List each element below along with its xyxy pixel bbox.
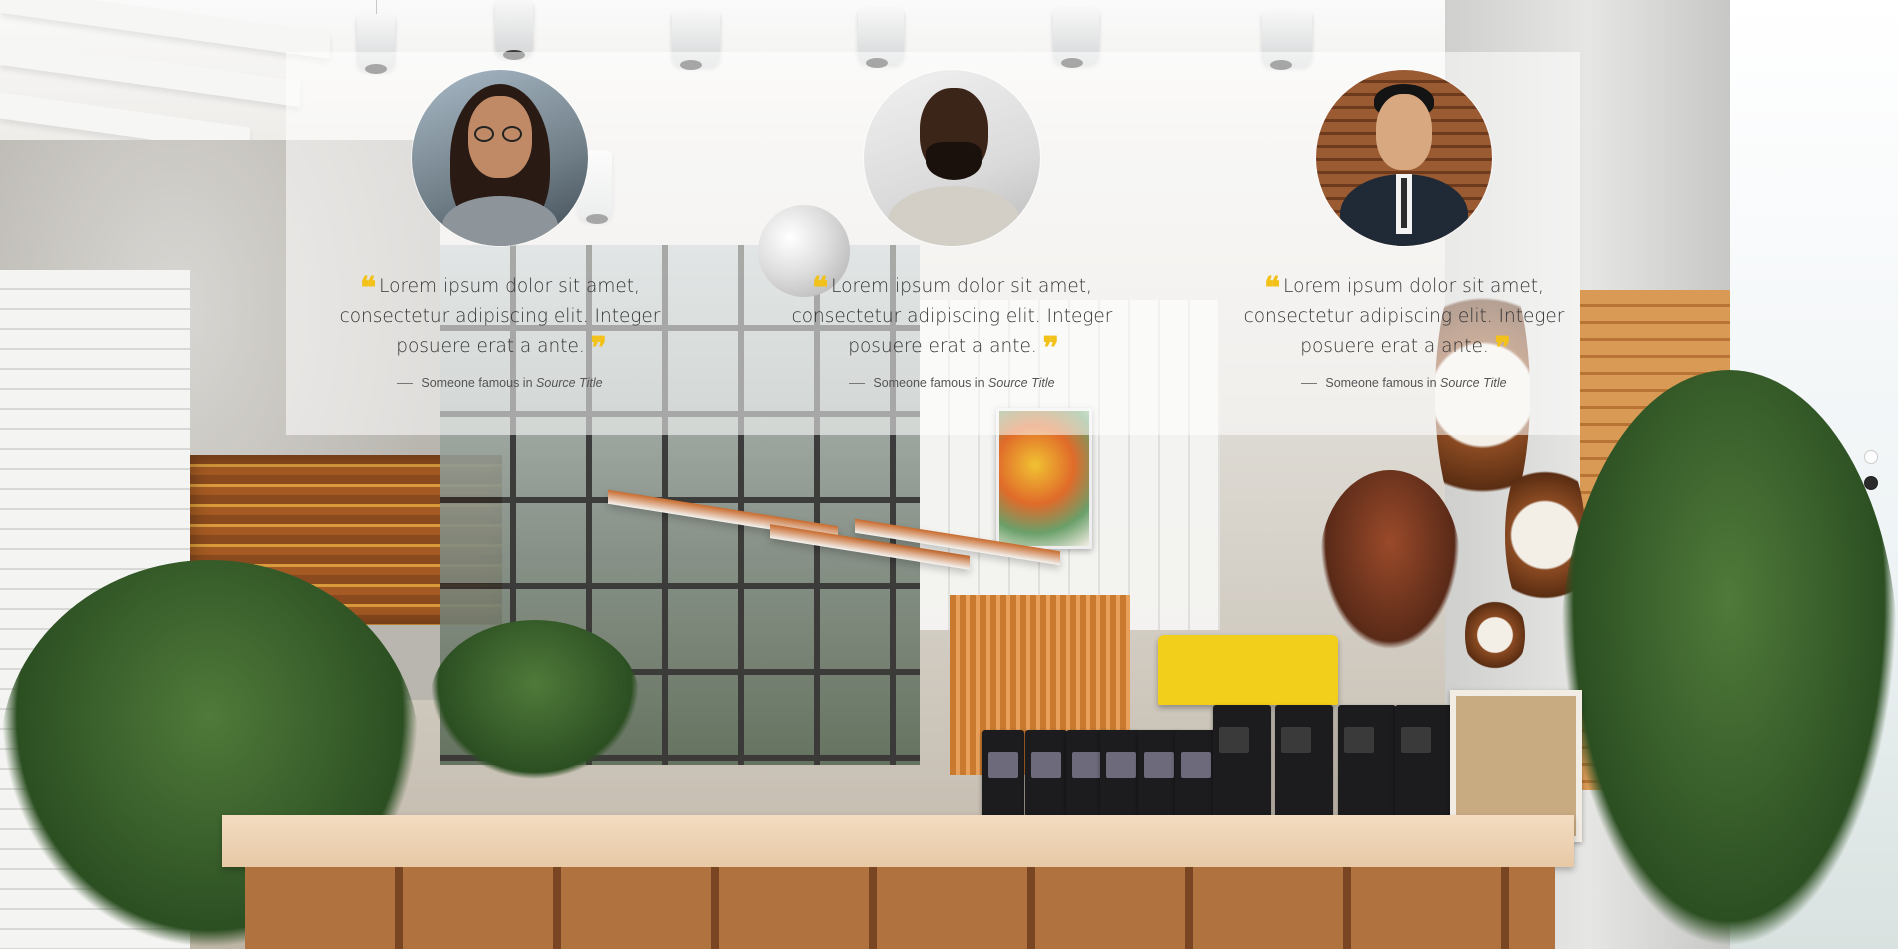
slider-dot-1[interactable] [1864,450,1878,464]
testimonial-card: ❝ Lorem ipsum dolor sit amet, consectetu… [1194,70,1614,390]
close-quote-icon: ❞ [590,331,607,366]
quote-text: Lorem ipsum dolor sit amet, consectetur … [339,276,661,357]
plant [1320,470,1460,650]
testimonial-quote: ❝ Lorem ipsum dolor sit amet, consectetu… [1239,271,1569,364]
quote-text: Lorem ipsum dolor sit amet, consectetur … [791,276,1113,357]
avatar [1316,70,1492,246]
source-dash [397,383,414,385]
coffee-bag [1338,705,1396,830]
sunburst-mirror [1465,590,1525,680]
espresso-machine [1158,635,1338,705]
testimonial-quote: ❝ Lorem ipsum dolor sit amet, consectetu… [787,271,1117,364]
source-dash [1301,383,1318,385]
counter-front [245,867,1555,949]
close-quote-icon: ❞ [1042,331,1059,366]
testimonial-source: Someone famous in Source Title [1194,376,1614,390]
plant [1560,370,1898,949]
avatar [864,70,1040,246]
source-title: Source Title [988,376,1055,390]
testimonial-source: Someone famous in Source Title [742,376,1162,390]
coffee-bag [1395,705,1453,830]
testimonial-card: ❝ Lorem ipsum dolor sit amet, consectetu… [290,70,710,390]
coffee-bag [1213,705,1271,830]
source-dash [849,383,866,385]
slider-dot-2[interactable] [1864,476,1878,490]
open-quote-icon: ❝ [812,271,828,306]
testimonial-source: Someone famous in Source Title [290,376,710,390]
quote-text: Lorem ipsum dolor sit amet, consectetur … [1243,276,1565,357]
close-quote-icon: ❞ [1494,331,1511,366]
attribution-text: Someone famous in [1325,376,1437,390]
open-quote-icon: ❝ [1264,271,1280,306]
ceiling-spotlight [495,0,533,60]
coffee-bag [1275,705,1333,830]
attribution-text: Someone famous in [873,376,985,390]
source-title: Source Title [536,376,603,390]
avatar [412,70,588,246]
testimonial-quote: ❝ Lorem ipsum dolor sit amet, consectetu… [335,271,665,364]
counter-top [222,815,1574,867]
open-quote-icon: ❝ [360,271,376,306]
plant [430,620,640,780]
testimonial-card: ❝ Lorem ipsum dolor sit amet, consectetu… [742,70,1162,390]
source-title: Source Title [1440,376,1507,390]
attribution-text: Someone famous in [421,376,533,390]
slider-pagination [1864,450,1878,502]
